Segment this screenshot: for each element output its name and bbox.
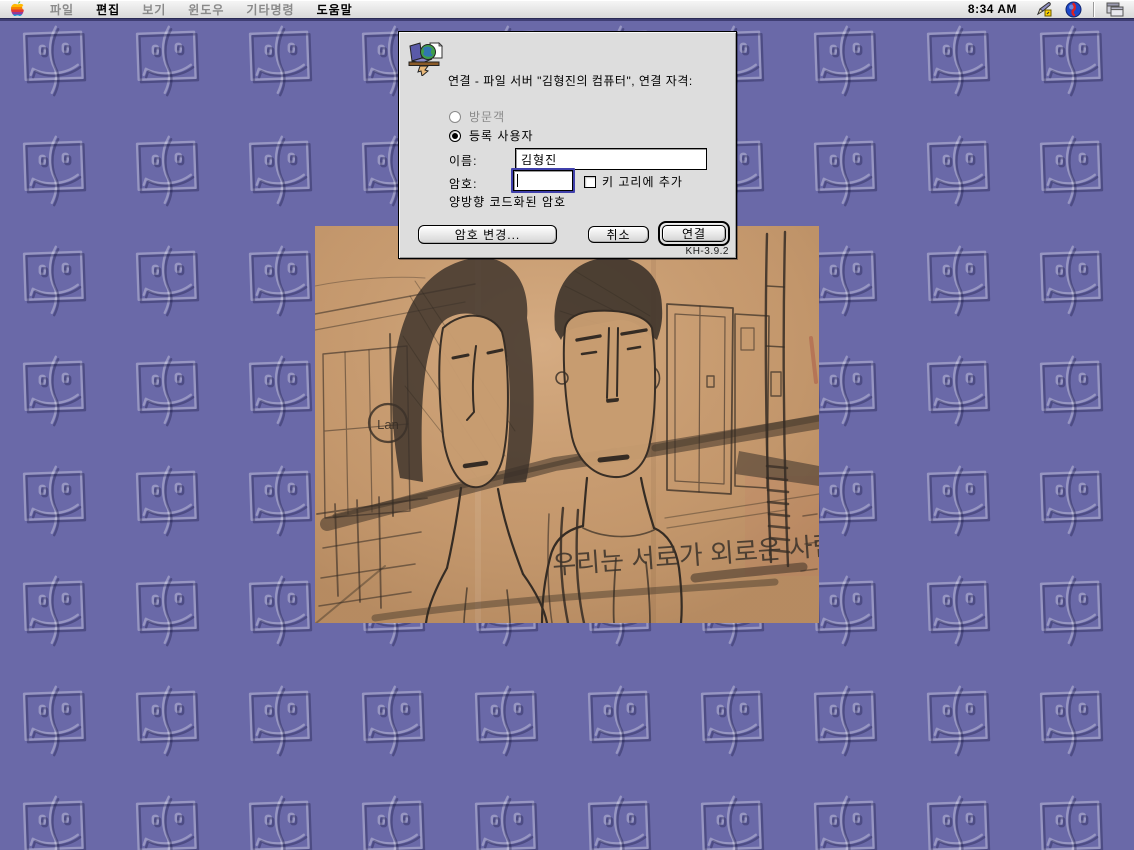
application-menu[interactable]: [1065, 1, 1082, 18]
desktop-picture-sketch: Lan 우리는 서로가 외로운 사람들: [315, 226, 819, 623]
menu-help[interactable]: 도움말: [306, 1, 364, 18]
encryption-note: 양방향 코드화된 암호: [449, 193, 566, 210]
radio-guest-label: 방문객: [469, 108, 505, 125]
radio-registered-label: 등록 사용자: [469, 127, 534, 144]
password-label: 암호:: [449, 175, 477, 192]
input-method-pencil-icon: [1035, 1, 1053, 17]
menu-bar: 파일 편집 보기 윈도우 기타명령 도움말 8:34 AM: [0, 0, 1134, 19]
menu-clock[interactable]: 8:34 AM: [968, 2, 1017, 16]
change-password-button[interactable]: 암호 변경...: [418, 225, 557, 244]
name-input[interactable]: 김형진: [515, 148, 707, 170]
artwork-badge-text: Lan: [377, 417, 399, 432]
input-method-menu[interactable]: [1035, 1, 1053, 17]
menu-edit[interactable]: 편집: [85, 1, 131, 18]
radio-guest-circle: [449, 111, 461, 123]
radio-guest: 방문객: [449, 108, 505, 125]
cancel-button[interactable]: 취소: [588, 226, 649, 243]
file-server-icon: [406, 40, 444, 76]
menubar-divider: [1093, 2, 1095, 17]
apple-menu[interactable]: [10, 1, 25, 17]
default-button-ring: 연결: [658, 221, 730, 246]
radio-registered-circle[interactable]: [449, 130, 461, 142]
connect-to-server-dialog: 연결 - 파일 서버 "김형진의 컴퓨터", 연결 자격: 방문객 등록 사용자…: [398, 31, 737, 259]
application-switcher-icon: [1106, 2, 1124, 17]
dialog-title: 연결 - 파일 서버 "김형진의 컴퓨터", 연결 자격:: [448, 72, 730, 89]
application-switcher-menu[interactable]: [1106, 2, 1124, 17]
connect-button[interactable]: 연결: [662, 225, 726, 242]
keychain-label: 키 고리에 추가: [602, 173, 683, 190]
password-focus-ring: [511, 168, 575, 193]
menu-view: 보기: [131, 1, 177, 18]
name-label: 이름:: [449, 152, 477, 169]
password-input[interactable]: [513, 170, 573, 191]
text-caret: [517, 174, 518, 187]
menu-window: 윈도우: [177, 1, 235, 18]
keychain-checkbox[interactable]: [584, 176, 596, 188]
radio-registered[interactable]: 등록 사용자: [449, 127, 534, 144]
menu-file: 파일: [39, 1, 85, 18]
version-label: KH-3.9.2: [686, 246, 729, 257]
keychain-option[interactable]: 키 고리에 추가: [584, 173, 683, 190]
apple-logo-icon: [10, 1, 25, 17]
menu-other-commands: 기타명령: [235, 1, 305, 18]
application-round-icon: [1065, 1, 1082, 18]
